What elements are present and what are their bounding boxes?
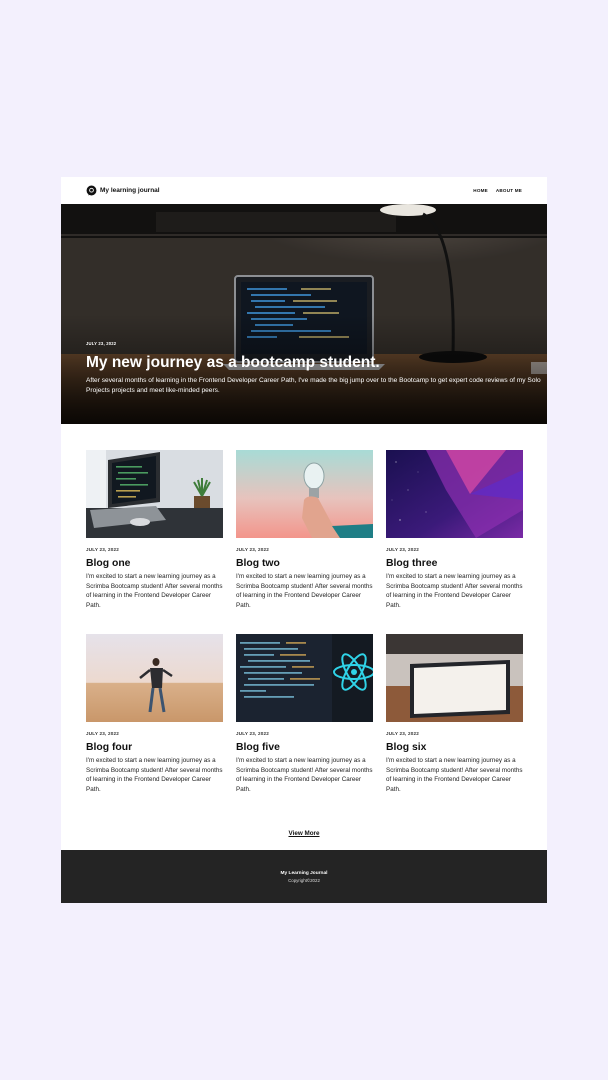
hero-description: After several months of learning in the … — [86, 377, 541, 394]
post-title[interactable]: Blog two — [236, 558, 373, 569]
navbar: My learning journal HOME ABOUT ME — [61, 177, 547, 204]
post-date: JULY 23, 2022 — [386, 731, 419, 736]
footer: My Learning Journal Copyright©2022 — [61, 850, 547, 903]
post-excerpt: I'm excited to start a new learning jour… — [386, 757, 523, 794]
nav-links: HOME ABOUT ME — [473, 188, 522, 193]
post-image-react-code — [236, 634, 373, 722]
post-date: JULY 23, 2022 — [86, 731, 119, 736]
blog-card[interactable]: JULY 23, 2022 Blog five I'm excited to s… — [236, 634, 373, 806]
chat-bubble-icon — [86, 185, 97, 196]
post-title[interactable]: Blog one — [86, 558, 223, 569]
hero[interactable]: JULY 23, 2022 My new journey as a bootca… — [61, 204, 547, 424]
post-title[interactable]: Blog four — [86, 742, 223, 753]
nav-about-link[interactable]: ABOUT ME — [496, 188, 522, 193]
post-image-laptop-code — [86, 450, 223, 538]
hero-title[interactable]: My new journey as a bootcamp student. — [86, 354, 547, 372]
nav-home-link[interactable]: HOME — [473, 188, 488, 193]
post-title[interactable]: Blog five — [236, 742, 373, 753]
post-image-beach-person — [86, 634, 223, 722]
brand[interactable]: My learning journal — [86, 185, 160, 196]
blog-card[interactable]: JULY 23, 2022 Blog two I'm excited to st… — [236, 450, 373, 622]
footer-title: My Learning Journal — [280, 870, 328, 876]
post-title[interactable]: Blog six — [386, 742, 523, 753]
post-image-abstract-space — [386, 450, 523, 538]
posts-grid: JULY 23, 2022 Blog one I'm excited to st… — [86, 450, 523, 806]
post-excerpt: I'm excited to start a new learning jour… — [86, 757, 223, 794]
blog-card[interactable]: JULY 23, 2022 Blog one I'm excited to st… — [86, 450, 223, 622]
footer-copyright: Copyright©2022 — [288, 877, 320, 883]
post-excerpt: I'm excited to start a new learning jour… — [236, 757, 373, 794]
blog-card[interactable]: JULY 23, 2022 Blog four I'm excited to s… — [86, 634, 223, 806]
post-date: JULY 23, 2022 — [236, 547, 269, 552]
post-image-laptop-design — [386, 634, 523, 722]
view-more-container: View More — [61, 822, 547, 840]
post-date: JULY 23, 2022 — [236, 731, 269, 736]
post-image-lightbulb — [236, 450, 373, 538]
post-date: JULY 23, 2022 — [86, 547, 119, 552]
hero-content: JULY 23, 2022 My new journey as a bootca… — [86, 341, 547, 396]
blog-card[interactable]: JULY 23, 2022 Blog six I'm excited to st… — [386, 634, 523, 806]
post-excerpt: I'm excited to start a new learning jour… — [86, 573, 223, 610]
brand-name: My learning journal — [100, 187, 160, 194]
post-excerpt: I'm excited to start a new learning jour… — [236, 573, 373, 610]
view-more-link[interactable]: View More — [288, 830, 319, 837]
post-title[interactable]: Blog three — [386, 558, 523, 569]
blog-page: My learning journal HOME ABOUT ME JULY 2… — [61, 177, 547, 903]
post-date: JULY 23, 2022 — [386, 547, 419, 552]
hero-date: JULY 23, 2022 — [86, 341, 117, 346]
post-excerpt: I'm excited to start a new learning jour… — [386, 573, 523, 610]
blog-card[interactable]: JULY 23, 2022 Blog three I'm excited to … — [386, 450, 523, 622]
